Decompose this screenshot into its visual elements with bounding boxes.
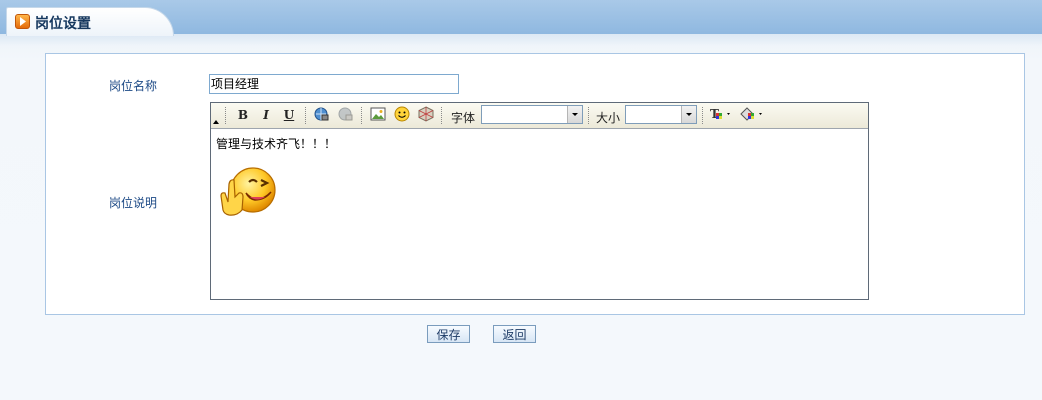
editor-toolbar: B I U 字体 大小 T — [211, 103, 868, 129]
back-button[interactable]: 返回 — [493, 325, 536, 343]
toolbar-separator — [588, 107, 592, 124]
arrow-icon — [15, 14, 30, 29]
font-label: 字体 — [451, 111, 476, 125]
save-button[interactable]: 保存 — [427, 325, 470, 343]
toolbar-separator — [702, 107, 706, 124]
toolbar-separator — [441, 107, 445, 124]
chevron-down-icon[interactable] — [681, 106, 696, 123]
italic-icon[interactable]: I — [257, 106, 275, 124]
underline-icon[interactable]: U — [280, 106, 298, 124]
font-select[interactable] — [481, 105, 583, 124]
media-icon[interactable] — [417, 106, 435, 124]
background-color-icon[interactable] — [739, 106, 769, 124]
page-tab: 岗位设置 — [6, 7, 174, 36]
image-icon[interactable] — [369, 106, 387, 124]
unlink-icon[interactable] — [336, 106, 354, 124]
bold-icon[interactable]: B — [234, 106, 252, 124]
toolbar-separator — [361, 107, 365, 124]
toolbar-separator — [305, 107, 309, 124]
link-icon[interactable] — [312, 106, 330, 124]
editor-content-text: 管理与技术齐飞！！！ — [216, 137, 337, 151]
size-label: 大小 — [596, 111, 621, 125]
size-select[interactable] — [625, 105, 697, 124]
emoticon-icon[interactable] — [393, 106, 411, 124]
text-color-icon[interactable]: T — [709, 106, 735, 124]
toolbar-separator — [225, 107, 229, 124]
page-title: 岗位设置 — [35, 16, 91, 32]
rich-text-editor[interactable]: B I U 字体 大小 T 管理与技术齐飞！！！ — [210, 102, 869, 300]
position-desc-label: 岗位说明 — [109, 196, 158, 210]
chevron-down-icon[interactable] — [567, 106, 582, 123]
collapse-toolbar-icon[interactable] — [213, 120, 219, 124]
position-name-label: 岗位名称 — [109, 79, 158, 93]
position-name-input[interactable] — [209, 74, 459, 94]
victory-smiley-icon — [219, 166, 277, 221]
